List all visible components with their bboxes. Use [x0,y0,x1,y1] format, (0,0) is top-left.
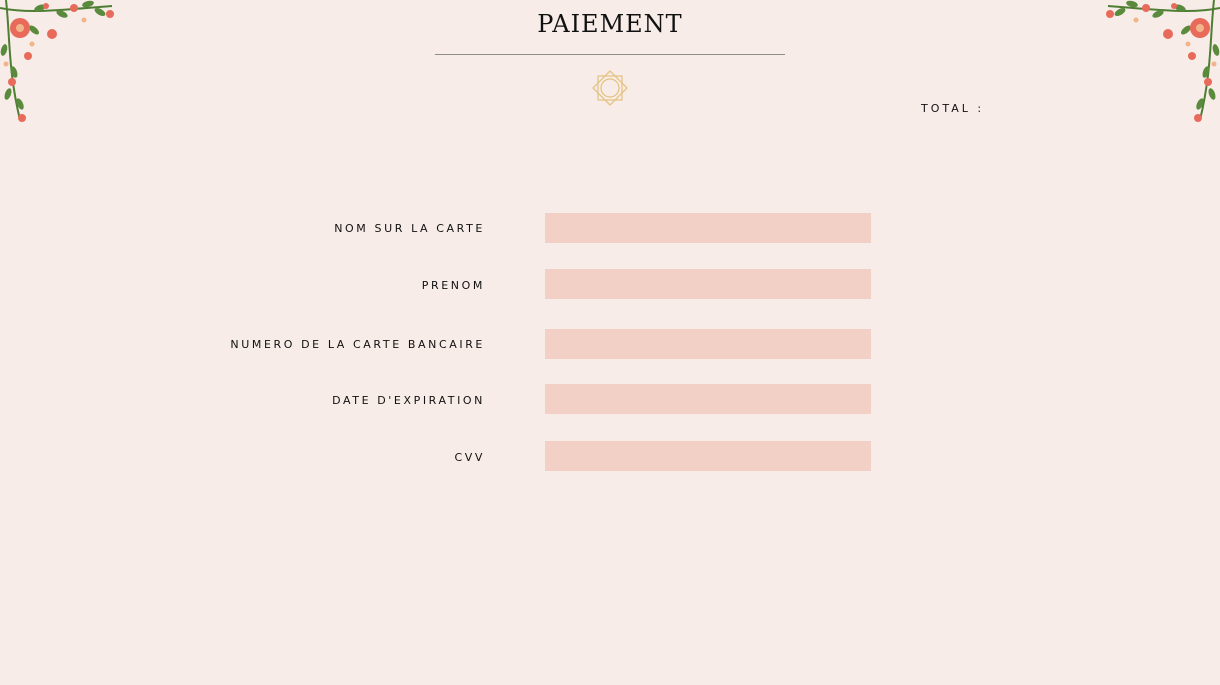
cvv-label: CVV [454,451,485,464]
title-divider [435,54,785,55]
total-label: TOTAL : [921,102,985,115]
octagram-ornament-icon [592,70,628,106]
page-title: PAIEMENT [537,10,683,38]
card-number-label: NUMERO DE LA CARTE BANCAIRE [230,338,485,351]
first-name-input[interactable] [545,269,871,299]
expiration-date-label: DATE D'EXPIRATION [332,394,485,407]
name-on-card-input[interactable] [545,213,871,243]
first-name-label: PRENOM [421,279,485,292]
name-on-card-label: NOM SUR LA CARTE [334,222,485,235]
cvv-input[interactable] [545,441,871,471]
card-number-input[interactable] [545,329,871,359]
expiration-date-input[interactable] [545,384,871,414]
